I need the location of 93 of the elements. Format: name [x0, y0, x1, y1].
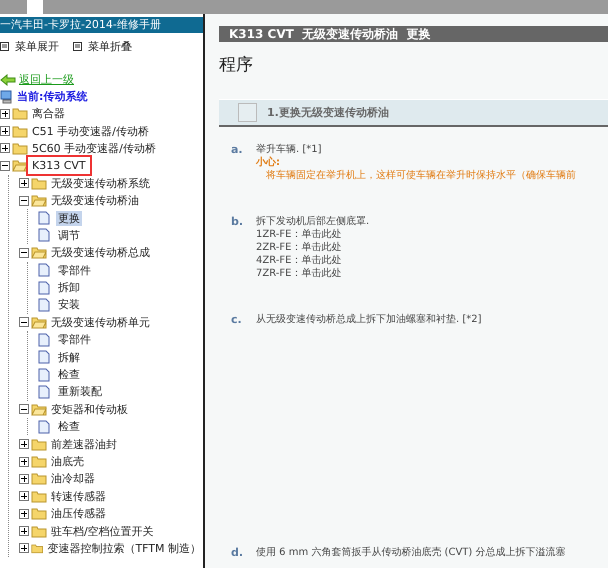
document-icon: [38, 332, 50, 347]
folder-icon: [31, 472, 47, 486]
menu-action-button[interactable]: 菜单展开: [0, 37, 59, 55]
open-folder-icon: [31, 194, 47, 208]
step-marker: b.: [231, 215, 244, 230]
tree-page-item[interactable]: 安装: [56, 297, 82, 312]
tree-folder-item[interactable]: 转速传感器: [49, 488, 108, 504]
tree-page-item[interactable]: 拆解: [56, 350, 82, 365]
step-marker: d.: [231, 546, 244, 559]
tree-folder-item[interactable]: 驻车档/空档位置开关: [49, 524, 156, 539]
tree-folder-item[interactable]: 变矩器和传动板: [49, 402, 130, 417]
instruction-text: 1ZR-FE：单击此处: [256, 228, 342, 241]
step-marker: a.: [231, 143, 244, 158]
folder-icon: [31, 542, 44, 555]
step-checkbox[interactable]: [238, 103, 257, 122]
document-icon: [38, 420, 50, 434]
tree-folder-item[interactable]: 无级变速传动桥单元: [49, 314, 152, 330]
instruction-text: 从无级变速传动桥总成上拆下加油螺塞和衬垫. [*2]: [256, 313, 482, 326]
instruction-text: 拆下发动机后部左侧底罩.: [256, 215, 370, 228]
step-marker: c.: [231, 313, 243, 326]
tree-page-item[interactable]: 检查: [56, 367, 82, 382]
tree-page-item[interactable]: 零部件: [56, 332, 93, 348]
menu-action-button[interactable]: 菜单折叠: [73, 37, 132, 55]
instruction-text: 2ZR-FE：单击此处: [256, 241, 342, 254]
expand-toggle[interactable]: [0, 143, 10, 154]
open-folder-icon: [12, 159, 28, 172]
expand-toggle[interactable]: [19, 491, 29, 502]
back-link[interactable]: 返回上一级: [19, 72, 74, 87]
instruction-text: 7ZR-FE：单击此处: [256, 267, 342, 280]
folder-icon: [31, 455, 47, 468]
tree-page-item[interactable]: 更换: [56, 210, 82, 226]
tree-folder-item[interactable]: 油底壳: [49, 454, 86, 469]
tree-page-item[interactable]: 零部件: [56, 262, 93, 278]
document-icon: [38, 384, 50, 399]
page-header: K313 CVT 无级变速传动桥油 更换: [219, 26, 608, 42]
expand-toggle[interactable]: [19, 178, 29, 188]
folder-icon: [12, 107, 28, 120]
document-icon: [38, 368, 50, 382]
tree-folder-item[interactable]: 无级变速传动桥油: [49, 193, 141, 208]
expand-toggle[interactable]: [19, 526, 29, 536]
expand-toggle[interactable]: [0, 126, 10, 136]
tree-folder-item[interactable]: 油冷却器: [49, 471, 97, 486]
open-folder-icon: [31, 246, 47, 260]
tree-folder-item[interactable]: 无级变速传动桥系统: [49, 176, 152, 191]
expand-toggle[interactable]: [0, 108, 10, 119]
document-icon: [38, 298, 50, 312]
folder-icon: [12, 142, 28, 155]
collapse-toggle[interactable]: [19, 317, 29, 328]
folder-icon: [31, 507, 47, 520]
section-heading: 程序: [219, 54, 254, 77]
folder-icon: [31, 524, 47, 538]
folder-icon: [12, 124, 28, 138]
back-arrow-icon: [0, 74, 16, 86]
document-icon: [38, 211, 50, 226]
instruction-text: 举升车辆. [*1]: [256, 143, 323, 156]
tree-page-item[interactable]: 调节: [56, 228, 82, 243]
collapse-toggle[interactable]: [0, 160, 10, 171]
tree-folder-item[interactable]: 无级变速传动桥总成: [49, 245, 152, 260]
tree-folder-item[interactable]: 5C60 手动变速器/传动桥: [30, 140, 158, 156]
instruction-text: 4ZR-FE：单击此处: [256, 254, 342, 267]
instruction-text: 使用 6 mm 六角套筒扳手从传动桥油底壳 (CVT) 分总成上拆下溢流塞: [256, 546, 566, 559]
caution-label: 小心:: [256, 156, 281, 169]
current-location: 当前:传动系统: [17, 89, 88, 104]
collapse-toggle[interactable]: [19, 404, 29, 414]
tree-folder-item[interactable]: C51 手动变速器/传动桥: [30, 124, 151, 139]
list-icon: [73, 42, 82, 50]
sidebar-title: 一汽丰田-卡罗拉-2014-维修手册: [0, 17, 203, 33]
expand-toggle[interactable]: [19, 474, 29, 484]
document-icon: [38, 280, 50, 295]
expand-toggle[interactable]: [19, 543, 29, 554]
expand-toggle[interactable]: [19, 439, 29, 450]
tree-page-item[interactable]: 重新装配: [56, 384, 104, 400]
tree-page-item[interactable]: 拆卸: [56, 280, 82, 296]
document-icon: [38, 263, 50, 278]
folder-icon: [31, 176, 47, 190]
tree-page-item[interactable]: 检查: [56, 419, 82, 434]
computer-icon: [0, 90, 14, 104]
expand-toggle[interactable]: [19, 508, 29, 519]
folder-icon: [31, 490, 47, 503]
collapse-toggle[interactable]: [19, 248, 29, 258]
document-icon: [38, 228, 50, 242]
folder-icon: [31, 438, 47, 451]
open-folder-icon: [31, 316, 47, 329]
tree-folder-item[interactable]: 前差速器油封: [49, 436, 119, 452]
tree-folder-item[interactable]: 变速器控制拉索（TFTM 制造）: [45, 540, 203, 556]
step-title: 1.更换无级变速传动桥油: [267, 105, 389, 120]
expand-toggle[interactable]: [19, 456, 29, 466]
open-folder-icon: [31, 402, 47, 416]
caution-text: 将车辆固定在举升机上，这样可使车辆在举升时保持水平（确保车辆前: [265, 169, 576, 182]
tree-folder-item[interactable]: 油压传感器: [49, 506, 108, 522]
collapse-toggle[interactable]: [19, 196, 29, 206]
document-icon: [38, 350, 50, 364]
tree-folder-item[interactable]: 离合器: [30, 106, 67, 122]
